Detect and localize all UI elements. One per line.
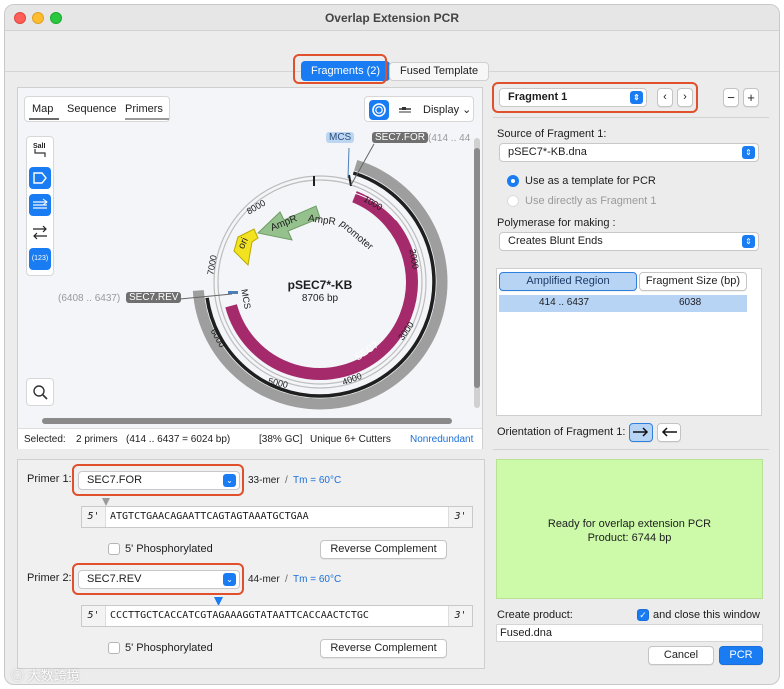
polymerase-select[interactable]: Creates Blunt Ends ⇕ xyxy=(499,232,759,251)
reverse-orientation-button[interactable] xyxy=(657,423,681,442)
chevron-updown-icon: ⇕ xyxy=(742,235,755,248)
watermark: ◎ 大数跨境 xyxy=(11,665,80,684)
highlight-fragments-tab xyxy=(293,54,387,84)
source-label: Source of Fragment 1: xyxy=(497,128,607,140)
minus-icon: − xyxy=(727,90,735,105)
primer2-phosphorylated-checkbox[interactable] xyxy=(108,642,120,654)
primer2-5prime: 5' xyxy=(82,606,106,626)
primer1-phosphorylated-checkbox[interactable] xyxy=(108,543,120,555)
sec7-rev-range: (6408 .. 6437) xyxy=(58,293,121,304)
primer1-length: 33-mer xyxy=(248,475,280,486)
checkmark-icon: ✓ xyxy=(639,610,647,620)
window-title: Overlap Extension PCR xyxy=(324,11,460,25)
row-region: 414 .. 6437 xyxy=(539,297,590,308)
template-radio[interactable] xyxy=(507,175,519,187)
primer1-slash: / xyxy=(285,475,288,486)
primer1-label: Primer 1: xyxy=(27,473,72,485)
mcs-label[interactable]: MCS xyxy=(326,132,355,143)
tab-fused-template[interactable]: Fused Template xyxy=(389,62,490,81)
map-status-bar: Selected: 2 primers (414 .. 6437 = 6024 … xyxy=(18,428,482,449)
pcr-button[interactable]: PCR xyxy=(719,646,763,665)
map-vertical-scroll-track[interactable] xyxy=(474,138,480,408)
amplified-region-header[interactable]: Amplified Region xyxy=(499,272,637,291)
primer1-5prime: 5' xyxy=(82,507,106,527)
primer2-label: Primer 2: xyxy=(27,572,72,584)
direct-radio-label: Use directly as Fragment 1 xyxy=(525,195,657,207)
highlight-primer2-select xyxy=(72,563,244,595)
right-divider-1 xyxy=(493,117,769,118)
plasmid-size: 8706 bp xyxy=(301,293,339,304)
primer2-3prime: 3' xyxy=(448,606,472,626)
cutters-menu[interactable]: Unique 6+ Cutters xyxy=(310,434,391,445)
primer1-tm: Tm = 60°C xyxy=(293,475,342,486)
cancel-button[interactable]: Cancel xyxy=(648,646,714,665)
polymerase-label: Polymerase for making : xyxy=(497,217,616,229)
map-panel: Map Sequence Primers Display ⌄ SalI (123… xyxy=(17,87,483,449)
map-horizontal-scroll-thumb[interactable] xyxy=(42,418,452,424)
close-window-label: and close this window xyxy=(653,609,761,621)
watermark-logo-icon: ◎ xyxy=(11,668,25,683)
row-size: 6038 xyxy=(679,297,702,308)
status-gc: [38% GC] xyxy=(259,434,303,445)
fragment-size-header[interactable]: Fragment Size (bp) xyxy=(639,272,747,291)
nonredundant-link[interactable]: Nonredundant xyxy=(410,434,473,445)
right-divider-2 xyxy=(493,449,769,450)
status-range: (414 .. 6437 = 6024 bp) xyxy=(126,434,231,445)
primer1-phosphorylated-label: 5' Phosphorylated xyxy=(125,543,213,555)
template-radio-label: Use as a template for PCR xyxy=(525,175,656,187)
sec7-for-range: (414 .. 44 xyxy=(428,133,471,144)
primer2-slash: / xyxy=(285,574,288,585)
fragment-table: Amplified Region Fragment Size (bp) 414 … xyxy=(496,268,762,416)
table-row[interactable]: 414 .. 6437 6038 xyxy=(499,295,747,312)
mcs-site xyxy=(228,291,238,294)
arrow-right-icon xyxy=(633,427,649,437)
primer2-phosphorylated-label: 5' Phosphorylated xyxy=(125,642,213,654)
close-window-checkbox[interactable]: ✓ xyxy=(637,609,649,621)
primer2-sequence-field[interactable]: 5' CCCTTGCTCACCATCGTAGAAAGGTATAATTCACCAA… xyxy=(81,605,473,627)
map-vertical-scroll-thumb[interactable] xyxy=(474,148,480,388)
primer1-sequence: ATGTCTGAACAGAATTCAGTAGTAAATGCTGAA xyxy=(110,511,309,522)
primer1-3prime: 3' xyxy=(448,507,472,527)
chevron-updown-icon: ⇕ xyxy=(742,146,755,159)
highlight-primer1-select xyxy=(72,464,244,496)
primer2-reverse-complement-button[interactable]: Reverse Complement xyxy=(320,639,447,658)
highlight-fragment-select xyxy=(492,82,698,113)
product-size: Product: 6744 bp xyxy=(587,532,672,544)
ready-message: Ready for overlap extension PCR xyxy=(547,518,712,530)
primer2-tm: Tm = 60°C xyxy=(293,574,342,585)
create-product-label: Create product: xyxy=(497,609,573,621)
primer2-length: 44-mer xyxy=(248,574,280,585)
primer1-sequence-field[interactable]: 5' ATGTCTGAACAGAATTCAGTAGTAAATGCTGAA 3' xyxy=(81,506,473,528)
status-selected-value: 2 primers xyxy=(76,434,118,445)
ready-status-box: Ready for overlap extension PCR Product:… xyxy=(496,459,763,599)
source-select[interactable]: pSEC7*-KB.dna ⇕ xyxy=(499,143,759,162)
direct-radio[interactable] xyxy=(507,195,519,207)
status-selected-label: Selected: xyxy=(24,434,66,445)
sec7-rev-label[interactable]: SEC7.REV xyxy=(126,292,182,303)
source-value: pSEC7*-KB.dna xyxy=(508,146,587,158)
plasmid-name: pSEC7*-KB xyxy=(287,278,353,292)
orientation-label: Orientation of Fragment 1: xyxy=(497,426,626,438)
primer1-reverse-complement-button[interactable]: Reverse Complement xyxy=(320,540,447,559)
forward-orientation-button[interactable] xyxy=(629,423,653,442)
watermark-text: 大数跨境 xyxy=(27,668,80,683)
plus-icon: + xyxy=(747,90,755,105)
title-bar: Overlap Extension PCR xyxy=(5,5,779,31)
sec7-for-label[interactable]: SEC7.FOR xyxy=(372,132,429,143)
window: Overlap Extension PCR Fragments (2) Fuse… xyxy=(4,4,780,685)
add-fragment-button[interactable]: + xyxy=(743,88,759,107)
polymerase-value: Creates Blunt Ends xyxy=(508,235,603,247)
product-name-input[interactable]: Fused.dna xyxy=(496,624,763,642)
primer2-sequence: CCCTTGCTCACCATCGTAGAAAGGTATAATTCACCAACTC… xyxy=(110,610,369,621)
mcs-leader xyxy=(347,147,350,179)
remove-fragment-button[interactable]: − xyxy=(723,88,739,107)
arrow-left-icon xyxy=(661,427,677,437)
